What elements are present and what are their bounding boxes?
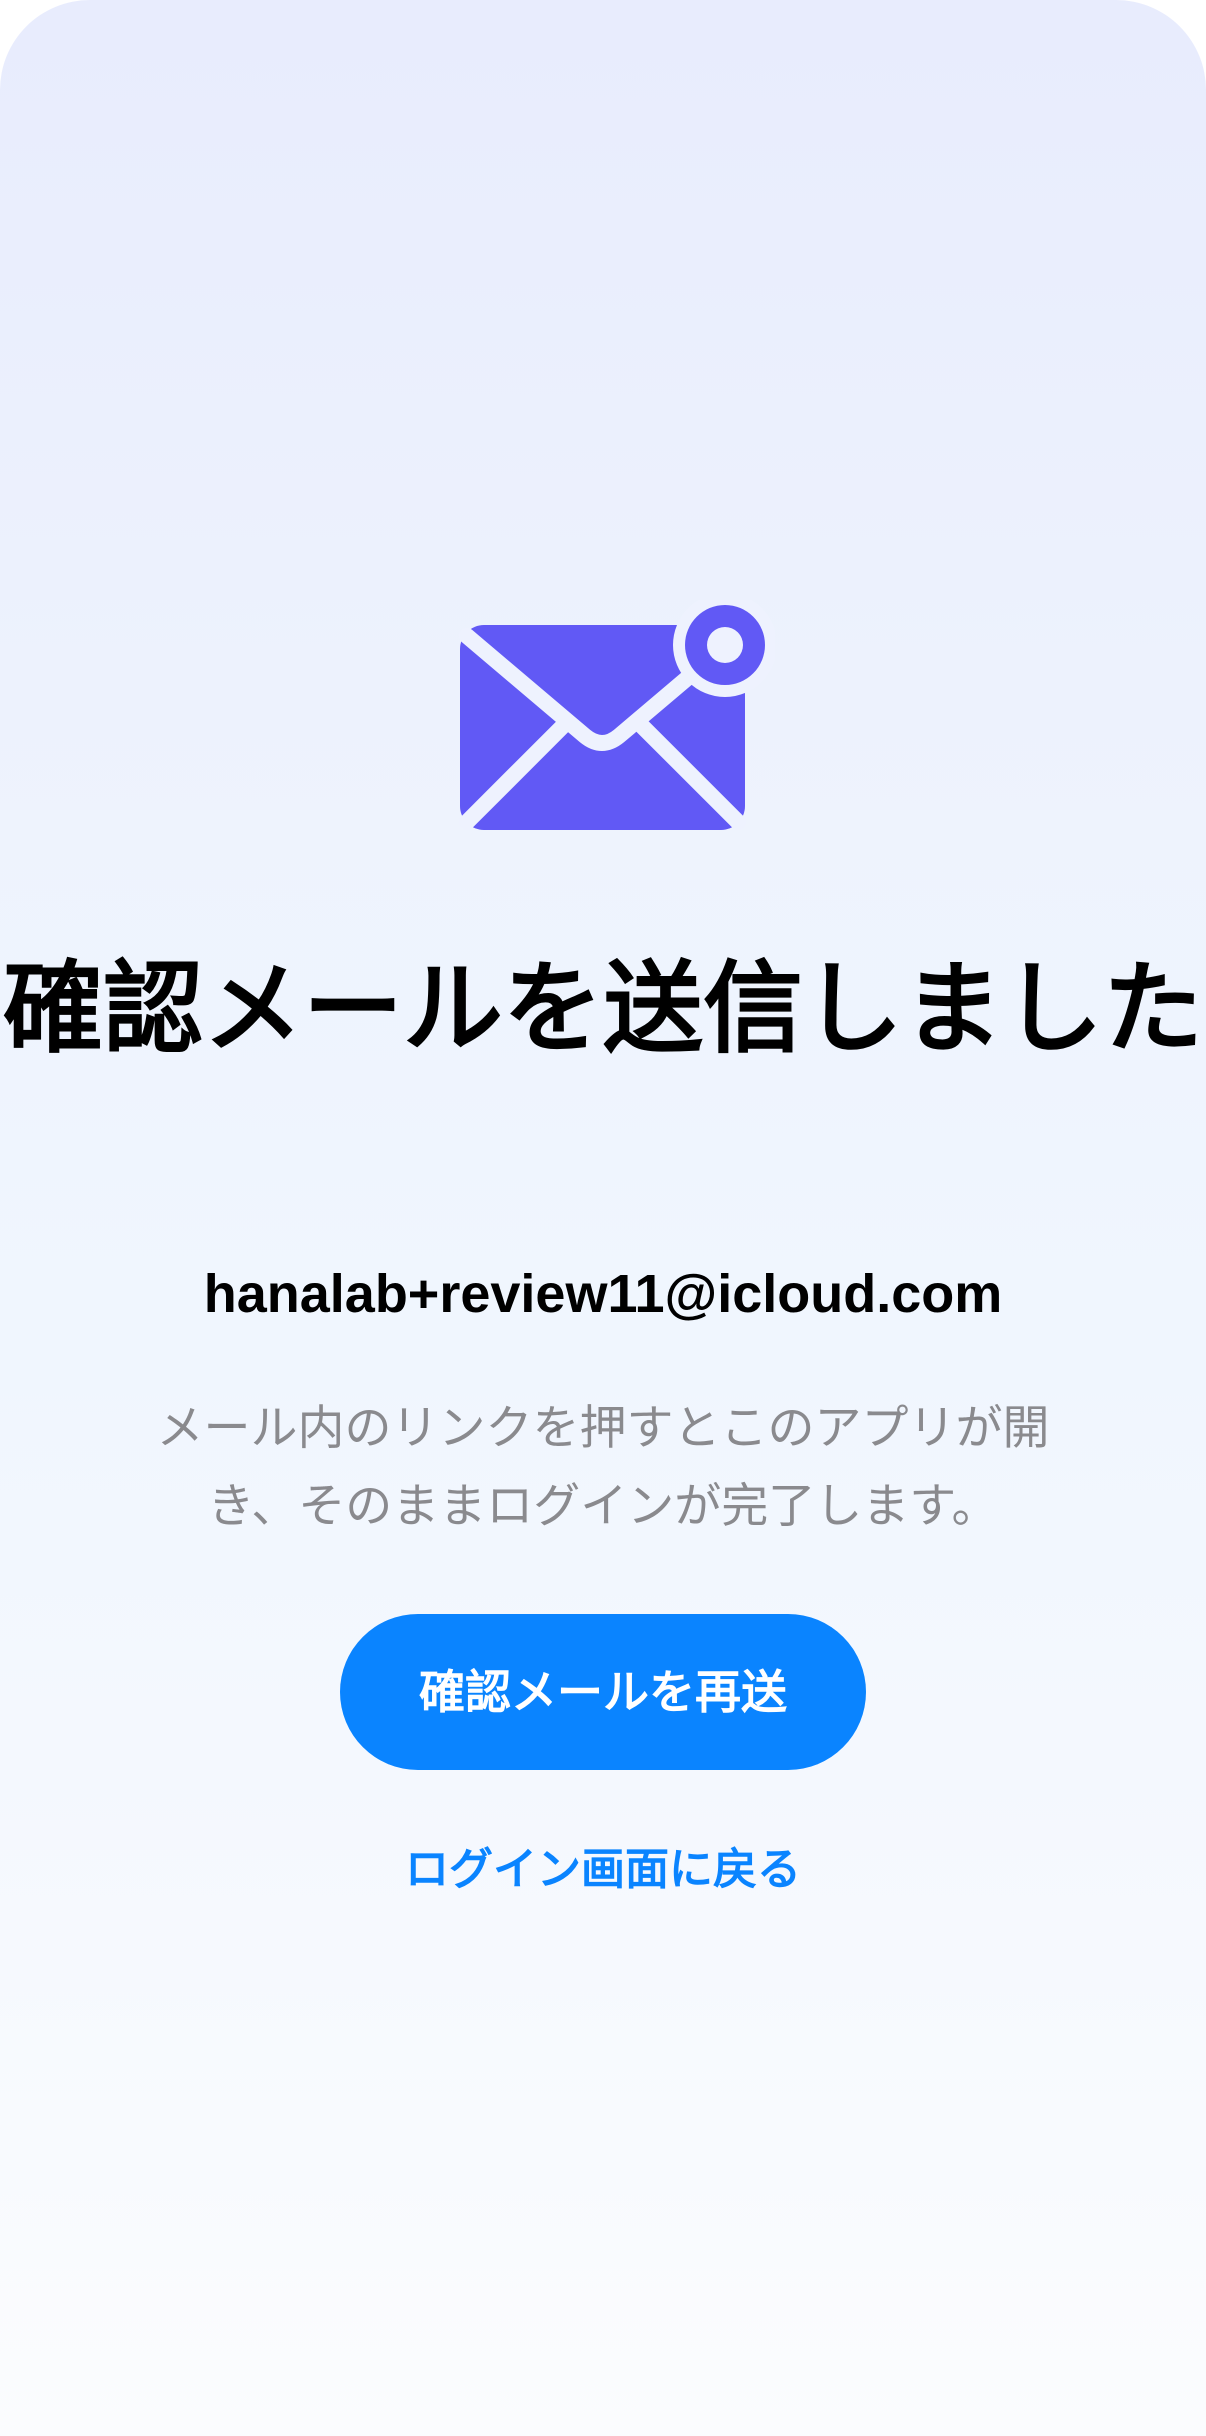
back-to-login-link[interactable]: ログイン画面に戻る <box>0 1832 1206 1908</box>
resend-email-button[interactable]: 確認メールを再送 <box>340 1614 866 1770</box>
page-title: 確認メールを送信しました <box>3 950 1203 1067</box>
mail-with-badge-icon <box>459 600 775 830</box>
email-confirmation-screen: 確認メールを送信しました hanalab+review11@icloud.com… <box>0 0 1206 2436</box>
instruction-message: メール内のリンクを押すとこのアプリが開き、そのままログインが完了します。 <box>156 1401 1050 1534</box>
email-address: hanalab+review11@icloud.com <box>203 1264 1003 1324</box>
